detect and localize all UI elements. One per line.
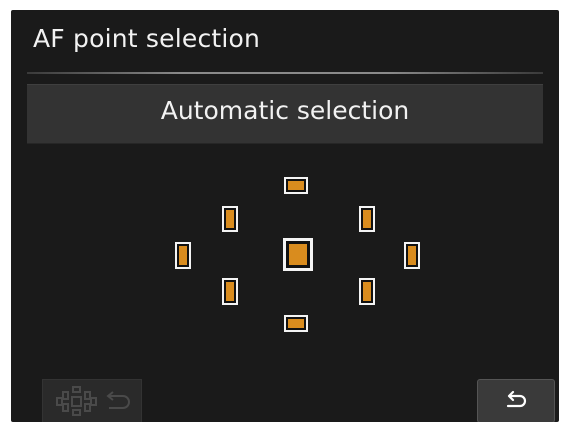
af-point-left[interactable] bbox=[175, 242, 191, 269]
return-arrow-icon bbox=[506, 390, 527, 408]
af-point-direct-select-icon bbox=[56, 386, 130, 416]
af-point-top[interactable] bbox=[284, 177, 308, 194]
af-mode-label: Automatic selection bbox=[160, 96, 410, 125]
af-point-right[interactable] bbox=[404, 242, 420, 269]
af-point-bottom[interactable] bbox=[284, 315, 308, 332]
af-point-lower-right[interactable] bbox=[359, 278, 375, 305]
back-button[interactable] bbox=[477, 379, 555, 422]
camera-menu-screen: AF point selection Automatic selection bbox=[11, 10, 559, 422]
title-divider bbox=[27, 72, 543, 74]
page-title: AF point selection bbox=[33, 24, 261, 53]
af-point-upper-left[interactable] bbox=[222, 206, 238, 232]
af-point-lower-left[interactable] bbox=[222, 278, 238, 305]
af-point-upper-right[interactable] bbox=[359, 206, 375, 232]
af-mode-selector[interactable]: Automatic selection bbox=[27, 84, 543, 144]
af-direct-select-button[interactable] bbox=[42, 379, 142, 422]
af-point-center[interactable] bbox=[283, 238, 313, 271]
